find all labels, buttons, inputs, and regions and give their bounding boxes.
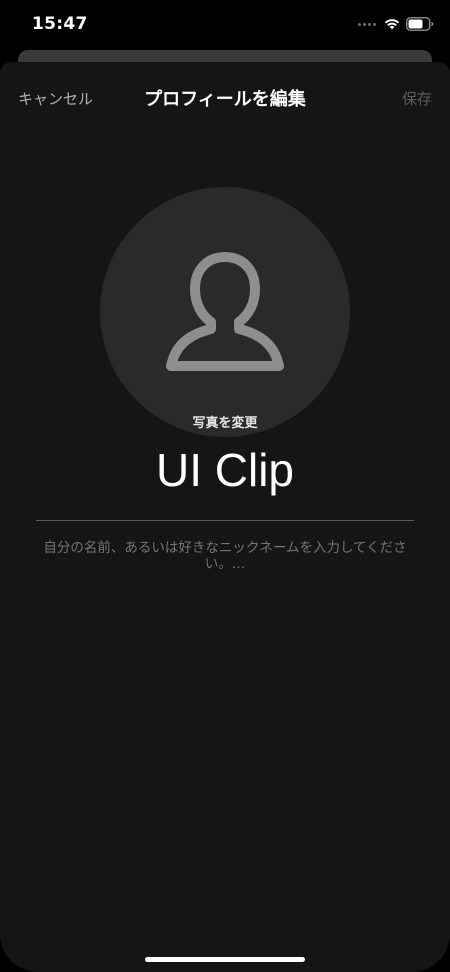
cellular-signal-icon: [358, 22, 376, 26]
status-indicators: [358, 16, 434, 32]
edit-profile-sheet: キャンセル プロフィールを編集 保存: [0, 62, 450, 972]
bio-field[interactable]: [30, 540, 420, 584]
navigation-bar: キャンセル プロフィールを編集 保存: [0, 62, 450, 134]
status-bar: 15:47: [0, 0, 450, 48]
divider: [36, 520, 414, 521]
save-button[interactable]: 保存: [402, 88, 432, 109]
avatar[interactable]: [100, 187, 350, 437]
home-indicator: [145, 957, 305, 962]
person-icon: [166, 252, 284, 371]
device-screen: 15:47 キャンセル プロフィールを編集 保存 写真を変更 UI Clip 自…: [0, 0, 450, 972]
battery-icon: [406, 17, 434, 31]
name-field[interactable]: [36, 440, 414, 500]
change-photo-button[interactable]: 写真を変更: [0, 412, 450, 431]
page-title: プロフィールを編集: [144, 89, 306, 110]
status-time: 15:47: [32, 14, 88, 34]
wifi-icon: [384, 18, 400, 30]
